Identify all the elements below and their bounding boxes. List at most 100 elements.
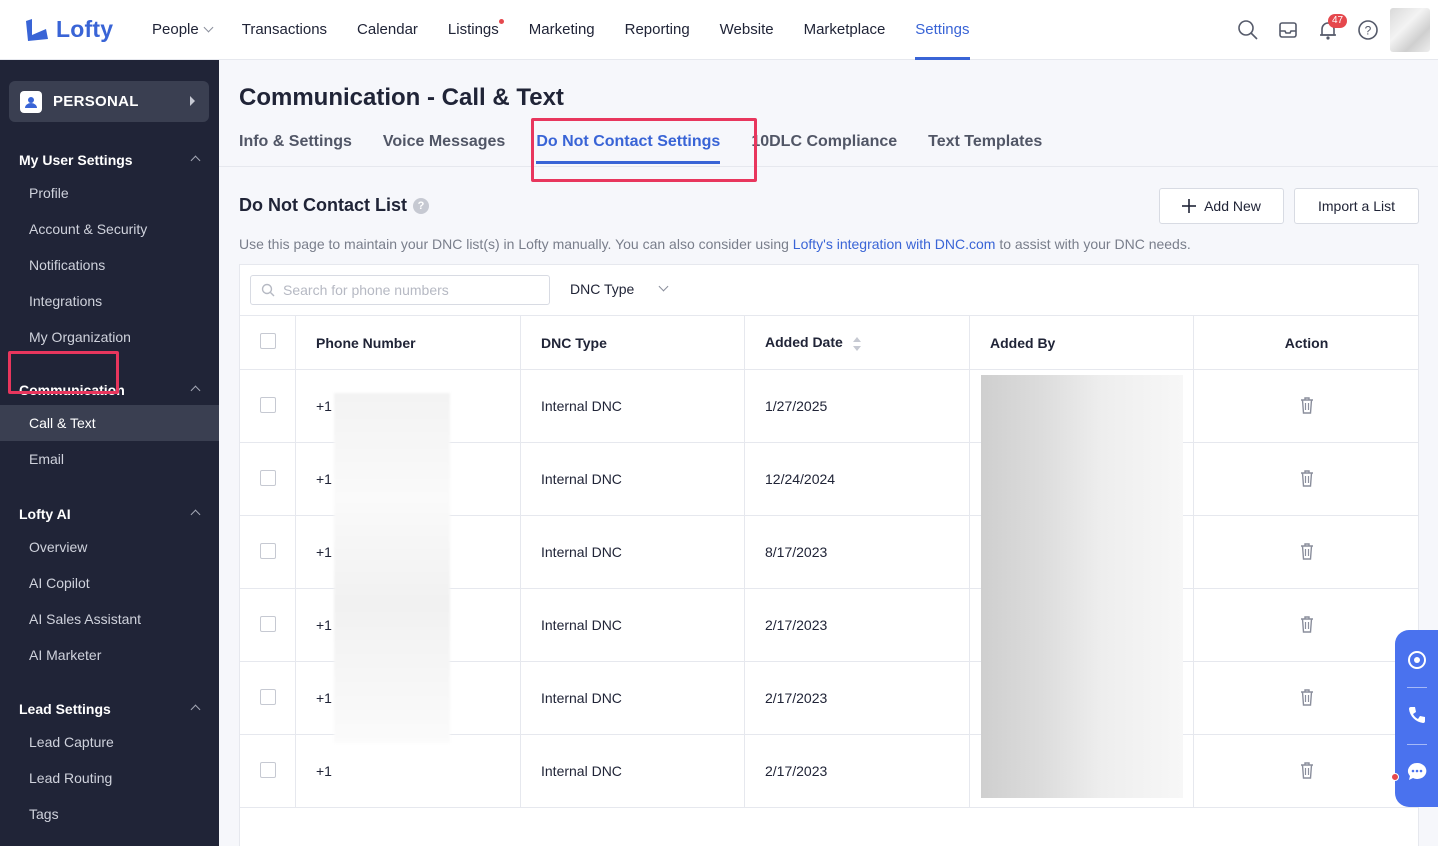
chevron-up-icon	[190, 155, 201, 166]
top-navigation-bar: Lofty People Transactions Calendar Listings…	[0, 0, 1438, 60]
lofty-logo-text: Lofty	[56, 16, 114, 42]
nav-item-label: Marketing	[528, 21, 595, 38]
row-checkbox[interactable]	[260, 688, 276, 705]
trash-icon[interactable]	[1299, 469, 1315, 487]
sidebar-item-ai-sales-assistant[interactable]: AI Sales Assistant	[0, 601, 219, 637]
sidebar-item-integrations[interactable]: Integrations	[0, 283, 219, 319]
chevron-up-icon	[190, 385, 201, 396]
highlight-call-text	[8, 351, 119, 394]
inbox-icon[interactable]	[1268, 10, 1308, 50]
search-icon[interactable]	[1228, 10, 1268, 50]
sidebar-item-call-text[interactable]: Call & Text	[0, 405, 219, 441]
row-select-cell	[240, 661, 296, 735]
action-cell	[1193, 734, 1418, 808]
nav-item-settings[interactable]: Settings	[900, 0, 984, 60]
dnc-integration-link[interactable]: Lofty's integration with DNC.com	[793, 236, 996, 252]
nav-item-calendar[interactable]: Calendar	[342, 0, 433, 60]
dnc-type-filter[interactable]: DNC Type	[570, 281, 669, 297]
dnc-list-title: Do Not Contact List ?	[239, 195, 429, 216]
select-all-checkbox[interactable]	[260, 333, 276, 349]
chevron-right-icon	[190, 96, 195, 106]
search-input[interactable]: Search for phone numbers	[250, 275, 550, 305]
added-date-cell: 2/17/2023	[744, 734, 970, 808]
added-date-cell: 8/17/2023	[744, 515, 970, 589]
sidebar-section-lead-settings[interactable]: Lead Settings	[19, 701, 204, 717]
personal-switcher[interactable]: PERSONAL	[9, 81, 209, 122]
nav-item-website[interactable]: Website	[705, 0, 789, 60]
sidebar-item-ai-copilot[interactable]: AI Copilot	[0, 565, 219, 601]
redacted-phone-numbers	[334, 393, 450, 743]
nav-item-marketing[interactable]: Marketing	[514, 0, 610, 60]
col-phone-number: Phone Number	[295, 315, 521, 370]
add-new-button[interactable]: Add New	[1159, 188, 1284, 224]
chat-unread-dot	[1391, 773, 1399, 781]
main-nav: People Transactions Calendar Listings Market…	[137, 0, 985, 60]
tab-voice-messages[interactable]: Voice Messages	[383, 133, 505, 163]
sidebar-item-email[interactable]: Email	[0, 441, 219, 477]
nav-item-label: Listings	[447, 21, 499, 38]
sidebar-item-my-organization[interactable]: My Organization	[0, 319, 219, 355]
phone-icon[interactable]	[1395, 695, 1438, 735]
trash-icon[interactable]	[1299, 761, 1315, 779]
sort-icon[interactable]	[852, 336, 861, 351]
nav-item-transactions[interactable]: Transactions	[227, 0, 342, 60]
row-checkbox[interactable]	[260, 469, 276, 486]
dnc-type-cell: Internal DNC	[520, 442, 745, 516]
sidebar-item-notifications[interactable]: Notifications	[0, 247, 219, 283]
notification-badge: 47	[1328, 14, 1348, 28]
user-avatar[interactable]	[1390, 8, 1430, 52]
sidebar-item-lead-routing[interactable]: Lead Routing	[0, 760, 219, 796]
sidebar-item-account-security[interactable]: Account & Security	[0, 211, 219, 247]
ai-assistant-icon[interactable]	[1395, 640, 1438, 680]
action-cell	[1193, 442, 1418, 516]
trash-icon[interactable]	[1299, 615, 1315, 633]
nav-item-reporting[interactable]: Reporting	[610, 0, 705, 60]
action-cell	[1193, 515, 1418, 589]
row-select-cell	[240, 734, 296, 808]
tab-10dlc-compliance[interactable]: 10DLC Compliance	[751, 133, 897, 163]
dnc-type-cell: Internal DNC	[520, 515, 745, 589]
trash-icon[interactable]	[1299, 542, 1315, 560]
bell-icon[interactable]: 47	[1308, 10, 1348, 50]
nav-item-label: Calendar	[357, 21, 418, 38]
action-cell	[1193, 369, 1418, 443]
row-checkbox[interactable]	[260, 761, 276, 778]
nav-item-label: Transactions	[241, 21, 328, 38]
chevron-up-icon	[190, 509, 201, 520]
action-cell	[1193, 661, 1418, 735]
row-checkbox[interactable]	[260, 542, 276, 559]
new-indicator-dot	[498, 19, 504, 24]
sidebar-item-overview[interactable]: Overview	[0, 529, 219, 565]
page-title: Communication - Call & Text	[239, 84, 564, 111]
trash-icon[interactable]	[1299, 688, 1315, 706]
import-list-button[interactable]: Import a List	[1294, 188, 1419, 224]
lofty-logo-icon	[26, 18, 48, 41]
nav-item-listings[interactable]: Listings	[433, 0, 514, 60]
nav-item-label: Settings	[915, 21, 970, 38]
added-date-cell: 12/24/2024	[744, 442, 970, 516]
question-icon[interactable]: ?	[413, 197, 429, 214]
col-added-date-label: Added Date	[765, 334, 843, 351]
action-cell	[1193, 588, 1418, 662]
tab-info-settings[interactable]: Info & Settings	[239, 133, 352, 163]
col-added-date[interactable]: Added Date	[744, 315, 970, 370]
row-checkbox[interactable]	[260, 615, 276, 632]
floating-action-panel	[1395, 630, 1438, 807]
tab-text-templates[interactable]: Text Templates	[928, 133, 1042, 163]
row-checkbox[interactable]	[260, 396, 276, 413]
trash-icon[interactable]	[1299, 396, 1315, 414]
sidebar-item-lead-capture[interactable]: Lead Capture	[0, 724, 219, 760]
sidebar-item-profile[interactable]: Profile	[0, 175, 219, 211]
nav-item-people[interactable]: People	[137, 0, 227, 60]
lofty-logo[interactable]: Lofty	[24, 16, 113, 43]
sidebar-section-my-user-settings[interactable]: My User Settings	[19, 152, 204, 168]
nav-item-marketplace[interactable]: Marketplace	[789, 0, 901, 60]
dnc-type-cell: Internal DNC	[520, 369, 745, 443]
sidebar-item-tags[interactable]: Tags	[0, 796, 219, 832]
col-dnc-type: DNC Type	[520, 315, 745, 370]
sidebar-section-lofty-ai[interactable]: Lofty AI	[19, 506, 204, 522]
nav-item-label: Marketplace	[803, 21, 886, 38]
chat-icon[interactable]	[1395, 752, 1438, 792]
help-icon[interactable]: ?	[1348, 10, 1388, 50]
sidebar-item-ai-marketer[interactable]: AI Marketer	[0, 637, 219, 673]
